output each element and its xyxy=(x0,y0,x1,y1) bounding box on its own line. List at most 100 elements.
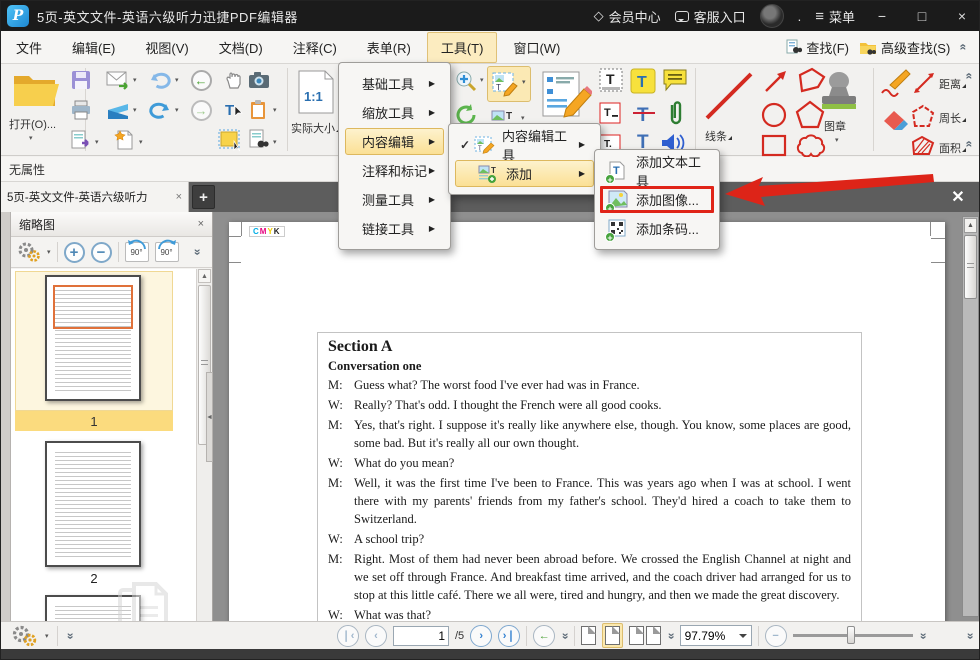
add-image-item[interactable]: + 添加图像... xyxy=(601,186,713,213)
document-scrollbar[interactable]: ▲ xyxy=(962,216,979,617)
previous-page-button[interactable]: ‹ xyxy=(365,625,387,647)
find-button[interactable]: 查找(F) xyxy=(786,38,849,57)
maximize-button[interactable]: □ xyxy=(909,8,935,24)
hand-tool-button[interactable] xyxy=(221,68,245,92)
menu-view[interactable]: 视图(V) xyxy=(131,32,202,63)
redo-button[interactable] xyxy=(147,98,173,122)
select-annotation-button[interactable] xyxy=(217,128,245,154)
thumbnail-toolbar-more-icon[interactable]: « xyxy=(190,249,202,256)
submenu-add[interactable]: T 添加▶ xyxy=(455,160,594,187)
menubar-collapse-icon[interactable]: « xyxy=(958,44,970,51)
sidebar-collapse-handle[interactable]: ◄ xyxy=(206,372,213,462)
open-file-button[interactable] xyxy=(9,68,65,112)
line-tool-label[interactable]: 线条 xyxy=(705,128,732,144)
zoom-in-tool-button[interactable] xyxy=(453,68,479,94)
minimize-button[interactable]: − xyxy=(869,8,895,24)
zoom-expand-icon[interactable]: « xyxy=(916,632,928,639)
tools-menu-measure[interactable]: 测量工具▶ xyxy=(345,186,444,213)
redo-dropdown-icon[interactable]: ▾ xyxy=(175,106,179,114)
rectangle-tool-button[interactable] xyxy=(759,132,789,158)
pencil-annotation-button[interactable] xyxy=(879,66,913,98)
thumbnail-scrollbar[interactable]: ▲ ▼ xyxy=(196,269,212,660)
scanner-button[interactable] xyxy=(105,98,131,122)
open-label[interactable]: 打开(O)... xyxy=(9,116,56,132)
menu-annotate[interactable]: 注释(C) xyxy=(279,32,351,63)
options-gear-icon[interactable] xyxy=(17,242,41,262)
undo-dropdown-icon[interactable]: ▾ xyxy=(175,76,179,84)
content-edit-dropdown-icon[interactable]: ▾ xyxy=(522,78,526,86)
distance-tool-button[interactable] xyxy=(911,68,937,96)
tools-menu-basic[interactable]: 基础工具▶ xyxy=(345,70,444,97)
close-button[interactable]: × xyxy=(949,8,975,24)
rotate-left-button[interactable]: 90° xyxy=(125,242,149,262)
previous-view-button[interactable]: ← xyxy=(533,625,555,647)
strikethrough-text-button[interactable]: T xyxy=(631,100,657,128)
save-button[interactable] xyxy=(69,68,93,92)
menu-file[interactable]: 文件 xyxy=(2,32,56,63)
fit-page-view-button[interactable] xyxy=(602,623,623,648)
perimeter-label[interactable]: 周长 xyxy=(939,110,966,126)
thumbnail-zoom-out-button[interactable]: − xyxy=(91,242,112,263)
clipboard-dropdown-icon[interactable]: ▾ xyxy=(273,106,277,114)
single-page-view-button[interactable] xyxy=(581,626,596,645)
zoom-slider[interactable] xyxy=(793,634,913,637)
edit-document-button[interactable] xyxy=(539,68,593,122)
open-dropdown-icon[interactable]: ▾ xyxy=(29,134,33,142)
search-document-button[interactable] xyxy=(247,128,271,152)
statusbar-gear-icon[interactable] xyxy=(11,625,37,647)
toolbar-collapse-bottom-icon[interactable]: « xyxy=(964,141,976,148)
app-menu-button[interactable]: ≡ 菜单 xyxy=(815,7,855,26)
zoom-out-button[interactable]: − xyxy=(765,625,787,647)
text-lower-tool-button[interactable]: T xyxy=(597,100,623,128)
support-button[interactable]: 客服入口 xyxy=(675,7,746,26)
export-document-button[interactable] xyxy=(69,128,93,152)
tools-menu-link[interactable]: 链接工具▶ xyxy=(345,215,444,242)
options-dropdown-icon[interactable]: ▾ xyxy=(47,248,51,256)
new-document-button[interactable] xyxy=(113,128,137,152)
menu-edit[interactable]: 编辑(E) xyxy=(58,32,129,63)
add-text-tool-item[interactable]: T + 添加文本工具 xyxy=(601,157,713,184)
actual-size-button[interactable]: 1:1 xyxy=(295,68,337,116)
page-thumbnail-1[interactable] xyxy=(45,275,141,401)
eraser-button[interactable] xyxy=(879,106,911,134)
clipboard-button[interactable] xyxy=(247,98,271,122)
tools-menu-zoom[interactable]: 缩放工具▶ xyxy=(345,99,444,126)
scanner-dropdown-icon[interactable]: ▾ xyxy=(133,106,137,114)
tab-close-icon[interactable]: × xyxy=(176,191,182,203)
new-doc-dropdown-icon[interactable]: ▾ xyxy=(139,138,143,146)
document-close-button[interactable]: ✕ xyxy=(945,185,971,209)
go-back-button[interactable]: ← xyxy=(189,68,213,92)
rotate-right-button[interactable]: 90° xyxy=(155,242,179,262)
two-page-view-button[interactable] xyxy=(629,626,644,645)
stamp-dropdown-icon[interactable]: ▾ xyxy=(835,136,839,144)
menu-form[interactable]: 表单(R) xyxy=(353,32,425,63)
print-button[interactable] xyxy=(69,98,93,122)
member-center-button[interactable]: ◇ 会员中心 xyxy=(594,7,661,26)
stamp-label[interactable]: 图章 xyxy=(824,118,846,134)
cloud-tool-button[interactable] xyxy=(793,130,827,158)
zoom-level-select[interactable]: 97.79% xyxy=(680,625,752,646)
snapshot-button[interactable] xyxy=(247,68,271,92)
note-comment-button[interactable] xyxy=(661,66,689,94)
pdf-page[interactable]: CMYK Section A Conversation one M:Guess … xyxy=(229,222,945,621)
thumbnail-zoom-in-button[interactable]: + xyxy=(64,242,85,263)
circle-tool-button[interactable] xyxy=(759,100,789,130)
add-content-dropdown-icon[interactable]: ▾ xyxy=(521,114,525,122)
menu-document[interactable]: 文档(D) xyxy=(205,32,277,63)
go-forward-button[interactable]: → xyxy=(189,98,213,122)
page-number-input[interactable] xyxy=(393,626,449,646)
email-dropdown-icon[interactable]: ▾ xyxy=(133,76,137,84)
search-doc-dropdown-icon[interactable]: ▾ xyxy=(273,138,277,146)
tools-menu-content-edit[interactable]: 内容编辑▶ xyxy=(345,128,444,155)
page-view-expand-icon[interactable]: « xyxy=(664,632,676,639)
line-tool-button[interactable] xyxy=(701,68,757,124)
doc-scroll-thumb[interactable] xyxy=(964,235,977,299)
document-tab[interactable]: 5页-英文文件-英语六级听力 × xyxy=(1,182,189,212)
next-page-button[interactable]: › xyxy=(470,625,492,647)
stamp-tool-button[interactable] xyxy=(813,70,865,116)
area-tool-button[interactable] xyxy=(909,134,937,158)
toolbar-collapse-top-icon[interactable]: « xyxy=(964,73,976,80)
last-page-button[interactable]: ›❘ xyxy=(498,625,520,647)
text-select-tool-button[interactable]: T xyxy=(221,98,245,122)
menu-tools[interactable]: 工具(T) xyxy=(427,32,498,63)
